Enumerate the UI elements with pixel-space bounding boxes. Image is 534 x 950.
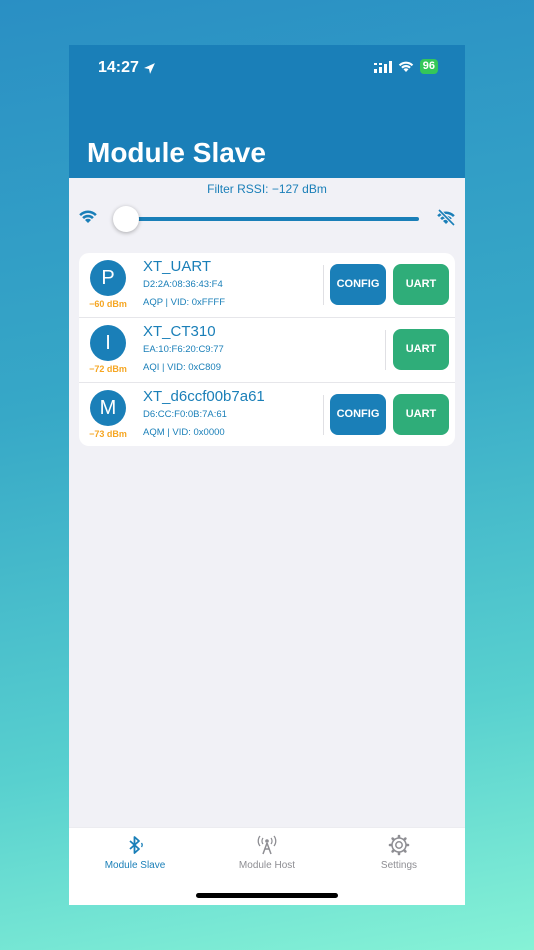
wifi-status-icon — [398, 61, 413, 72]
tab-label: Module Host — [238, 860, 296, 871]
divider — [323, 265, 324, 305]
list-item[interactable]: M −73 dBm XT_d6ccf00b7a61 D6:CC:F0:0B:7A… — [79, 383, 455, 446]
device-name: XT_d6ccf00b7a61 — [143, 388, 265, 405]
uart-button[interactable]: UART — [393, 329, 449, 370]
list-item[interactable]: I −72 dBm XT_CT310 EA:10:F6:20:C9:77 AQI… — [79, 318, 455, 383]
status-time: 14:27 — [98, 59, 156, 77]
tab-module-slave[interactable]: Module Slave — [85, 834, 185, 871]
battery-indicator: 96 — [419, 59, 438, 74]
device-mac: D6:CC:F0:0B:7A:61 — [143, 409, 227, 420]
wifi-strong-icon — [79, 210, 97, 223]
uart-button[interactable]: UART — [393, 394, 449, 435]
device-rssi: −72 dBm — [89, 364, 127, 374]
status-indicators: 96 — [373, 59, 438, 74]
app-screen: 14:27 96 Module Slave Filter RSSI: −127 … — [69, 45, 465, 905]
device-mac: D2:2A:08:36:43:F4 — [143, 279, 223, 290]
tab-label: Settings — [380, 860, 418, 871]
wifi-off-icon — [437, 209, 456, 227]
device-name: XT_CT310 — [143, 323, 216, 340]
device-mac: EA:10:F6:20:C9:77 — [143, 344, 224, 355]
device-name: XT_UART — [143, 258, 212, 275]
gear-icon — [388, 834, 410, 856]
device-list: P −60 dBm XT_UART D2:2A:08:36:43:F4 AQP … — [79, 253, 455, 446]
device-info: AQI | VID: 0xC809 — [143, 362, 221, 373]
home-indicator[interactable] — [196, 893, 338, 898]
time-label: 14:27 — [98, 59, 139, 76]
rssi-slider-track[interactable] — [126, 217, 419, 221]
config-button[interactable]: CONFIG — [330, 264, 386, 305]
config-button[interactable]: CONFIG — [330, 394, 386, 435]
page-title: Module Slave — [87, 137, 266, 168]
cellular-signal-icon — [373, 60, 392, 73]
device-info: AQP | VID: 0xFFFF — [143, 297, 225, 308]
list-item[interactable]: P −60 dBm XT_UART D2:2A:08:36:43:F4 AQP … — [79, 253, 455, 318]
uart-button[interactable]: UART — [393, 264, 449, 305]
device-rssi: −73 dBm — [89, 429, 127, 439]
device-avatar: P — [90, 260, 126, 296]
location-arrow-icon — [144, 62, 155, 74]
divider — [323, 395, 324, 435]
filter-rssi-label: Filter RSSI: −127 dBm — [207, 182, 327, 196]
device-rssi: −60 dBm — [89, 299, 127, 309]
divider — [385, 330, 386, 370]
device-info: AQM | VID: 0x0000 — [143, 427, 225, 438]
tab-label: Module Slave — [104, 860, 166, 871]
rssi-slider-thumb[interactable] — [113, 206, 139, 232]
tab-settings[interactable]: Settings — [349, 834, 449, 871]
device-avatar: I — [90, 325, 126, 361]
bluetooth-icon — [129, 836, 143, 854]
device-avatar: M — [90, 390, 126, 426]
antenna-icon — [257, 835, 277, 855]
header: 14:27 96 Module Slave — [69, 45, 465, 178]
tab-module-host[interactable]: Module Host — [217, 834, 317, 871]
